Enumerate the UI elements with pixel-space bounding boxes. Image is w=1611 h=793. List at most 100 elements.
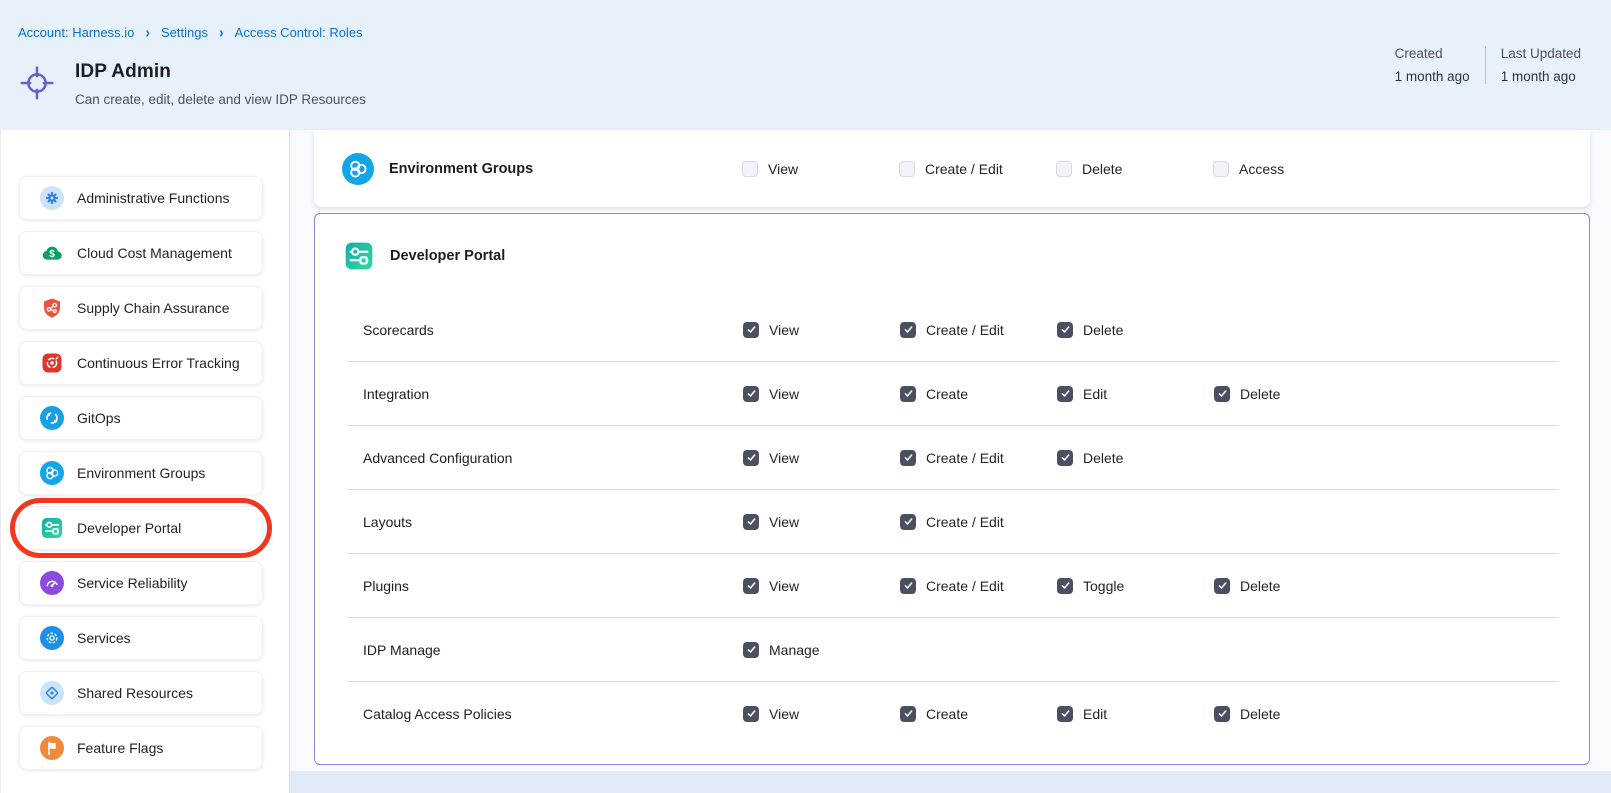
sidebar-item-feature-flags[interactable]: Feature Flags xyxy=(19,726,263,770)
checked-checkbox-delete[interactable] xyxy=(1057,450,1073,466)
permission-row-integration: IntegrationViewCreateEditDelete xyxy=(315,362,1589,425)
permission-label: View xyxy=(769,386,799,402)
sidebar-item-gitops[interactable]: GitOps xyxy=(19,396,263,440)
unchecked-checkbox-create-edit[interactable] xyxy=(899,161,915,177)
gitops-icon xyxy=(40,406,64,430)
permission-cell-delete: Delete xyxy=(1214,578,1371,594)
last-updated-label: Last Updated xyxy=(1501,46,1581,61)
page-header: Account: Harness.io › Settings › Access Cont… xyxy=(0,0,1611,130)
permission-row-label: IDP Manage xyxy=(363,642,441,658)
environment-groups-icon xyxy=(342,153,374,185)
permission-cells: ViewCreate Edit Delete xyxy=(743,682,1371,745)
permission-cell-create-edit: Create / Edit xyxy=(900,514,1057,530)
page-title: IDP Admin xyxy=(75,61,366,83)
sidebar-item-developer-portal[interactable]: Developer Portal xyxy=(19,506,263,550)
feature-flags-icon xyxy=(40,736,64,760)
checked-checkbox-delete[interactable] xyxy=(1214,706,1230,722)
breadcrumb-link-access-control-roles[interactable]: Access Control: Roles xyxy=(235,25,363,40)
checked-checkbox-create-edit[interactable] xyxy=(900,322,916,338)
checked-checkbox-view[interactable] xyxy=(743,322,759,338)
shared-resources-icon xyxy=(40,681,64,705)
sidebar-item-label: Administrative Functions xyxy=(77,190,230,206)
permission-cell-create-edit: Create / Edit xyxy=(900,322,1057,338)
permission-cell-view: View xyxy=(743,706,900,722)
checked-checkbox-view[interactable] xyxy=(743,386,759,402)
checked-checkbox-edit[interactable] xyxy=(1057,386,1073,402)
error-target-icon xyxy=(40,351,64,375)
sidebar-item-cloud-cost-management[interactable]: $Cloud Cost Management xyxy=(19,231,263,275)
environment-groups-permissions-card: Environment GroupsViewCreate / EditDelet… xyxy=(314,130,1590,207)
permission-label: Create xyxy=(926,386,968,402)
checked-checkbox-view[interactable] xyxy=(743,450,759,466)
chevron-right-icon: › xyxy=(145,23,150,41)
breadcrumb-link-settings[interactable]: Settings xyxy=(161,25,208,40)
permission-row-layouts: LayoutsViewCreate / Edit xyxy=(315,490,1589,553)
created-value: 1 month ago xyxy=(1395,69,1470,84)
permission-label: View xyxy=(769,578,799,594)
services-icon xyxy=(40,626,64,650)
checked-checkbox-create-edit[interactable] xyxy=(900,578,916,594)
sidebar-item-services[interactable]: Services xyxy=(19,616,263,660)
checked-checkbox-create[interactable] xyxy=(900,706,916,722)
permission-cell-access: Access xyxy=(1213,161,1370,177)
permission-label: Create / Edit xyxy=(926,322,1004,338)
sidebar-item-label: Service Reliability xyxy=(77,575,187,591)
sidebar-item-administrative-functions[interactable]: Administrative Functions xyxy=(19,176,263,220)
checked-checkbox-edit[interactable] xyxy=(1057,706,1073,722)
sidebar-item-label: Developer Portal xyxy=(77,520,181,536)
permission-row-catalog-access-policies: Catalog Access Policies ViewCreate Edit Del… xyxy=(315,682,1589,745)
checked-checkbox-view[interactable] xyxy=(743,578,759,594)
permission-cell-delete: Delete xyxy=(1056,161,1213,177)
permission-cell-create: Create xyxy=(900,706,1057,722)
checked-checkbox-create-edit[interactable] xyxy=(900,450,916,466)
checked-checkbox-delete[interactable] xyxy=(1214,386,1230,402)
permission-cell-delete: Delete xyxy=(1214,706,1371,722)
permission-cell-manage: Manage xyxy=(743,642,900,658)
permission-cell-view: View xyxy=(743,386,900,402)
permission-cells: ViewCreate / EditToggleDelete xyxy=(743,554,1371,617)
permission-cells: ViewCreate / EditDelete xyxy=(743,426,1214,489)
unchecked-checkbox-view[interactable] xyxy=(742,161,758,177)
checked-checkbox-view[interactable] xyxy=(743,706,759,722)
sidebar-item-label: Feature Flags xyxy=(77,740,163,756)
sidebar-item-supply-chain-assurance[interactable]: Supply Chain Assurance xyxy=(19,286,263,330)
permission-row-label: Catalog Access Policies xyxy=(363,706,512,722)
permission-cell-edit: Edit xyxy=(1057,706,1214,722)
sidebar-item-shared-resources[interactable]: Shared Resources xyxy=(19,671,263,715)
environment-groups-header: Environment GroupsViewCreate / EditDelet… xyxy=(314,130,1590,207)
checked-checkbox-view[interactable] xyxy=(743,514,759,530)
permission-label: Manage xyxy=(769,642,820,658)
sidebar-item-service-reliability[interactable]: Service Reliability xyxy=(19,561,263,605)
permission-row-label: Scorecards xyxy=(363,322,434,338)
last-updated-value: 1 month ago xyxy=(1501,69,1581,84)
role-target-icon xyxy=(18,64,56,102)
breadcrumb-link-account-harness-io[interactable]: Account: Harness.io xyxy=(18,25,134,40)
permission-row-label: Plugins xyxy=(363,578,409,594)
checked-checkbox-delete[interactable] xyxy=(1214,578,1230,594)
sidebar-item-label: Supply Chain Assurance xyxy=(77,300,230,316)
permission-label: Delete xyxy=(1082,161,1122,177)
permission-label: View xyxy=(769,322,799,338)
permission-row-scorecards: ScorecardsViewCreate / EditDelete xyxy=(315,298,1589,361)
unchecked-checkbox-delete[interactable] xyxy=(1056,161,1072,177)
sidebar-item-environment-groups[interactable]: Environment Groups xyxy=(19,451,263,495)
gear-icon xyxy=(40,186,64,210)
created-label: Created xyxy=(1395,46,1470,61)
permission-cell-view: View xyxy=(743,322,900,338)
checked-checkbox-manage[interactable] xyxy=(743,642,759,658)
permission-row-advanced-configuration: Advanced ConfigurationViewCreate / EditD… xyxy=(315,426,1589,489)
checked-checkbox-delete[interactable] xyxy=(1057,322,1073,338)
checked-checkbox-toggle[interactable] xyxy=(1057,578,1073,594)
unchecked-checkbox-access[interactable] xyxy=(1213,161,1229,177)
svg-text:$: $ xyxy=(49,249,55,260)
sidebar-item-label: Environment Groups xyxy=(77,465,205,481)
permission-label: Delete xyxy=(1240,706,1280,722)
permission-label: Edit xyxy=(1083,706,1107,722)
permission-cells: ViewCreate / EditDelete xyxy=(743,298,1214,361)
permission-cells: ViewCreate / EditDeleteAccess xyxy=(742,130,1370,207)
chevron-right-icon: › xyxy=(219,23,224,41)
permission-label: View xyxy=(768,161,798,177)
checked-checkbox-create-edit[interactable] xyxy=(900,514,916,530)
checked-checkbox-create[interactable] xyxy=(900,386,916,402)
sidebar-item-continuous-error-tracking[interactable]: Continuous Error Tracking xyxy=(19,341,263,385)
